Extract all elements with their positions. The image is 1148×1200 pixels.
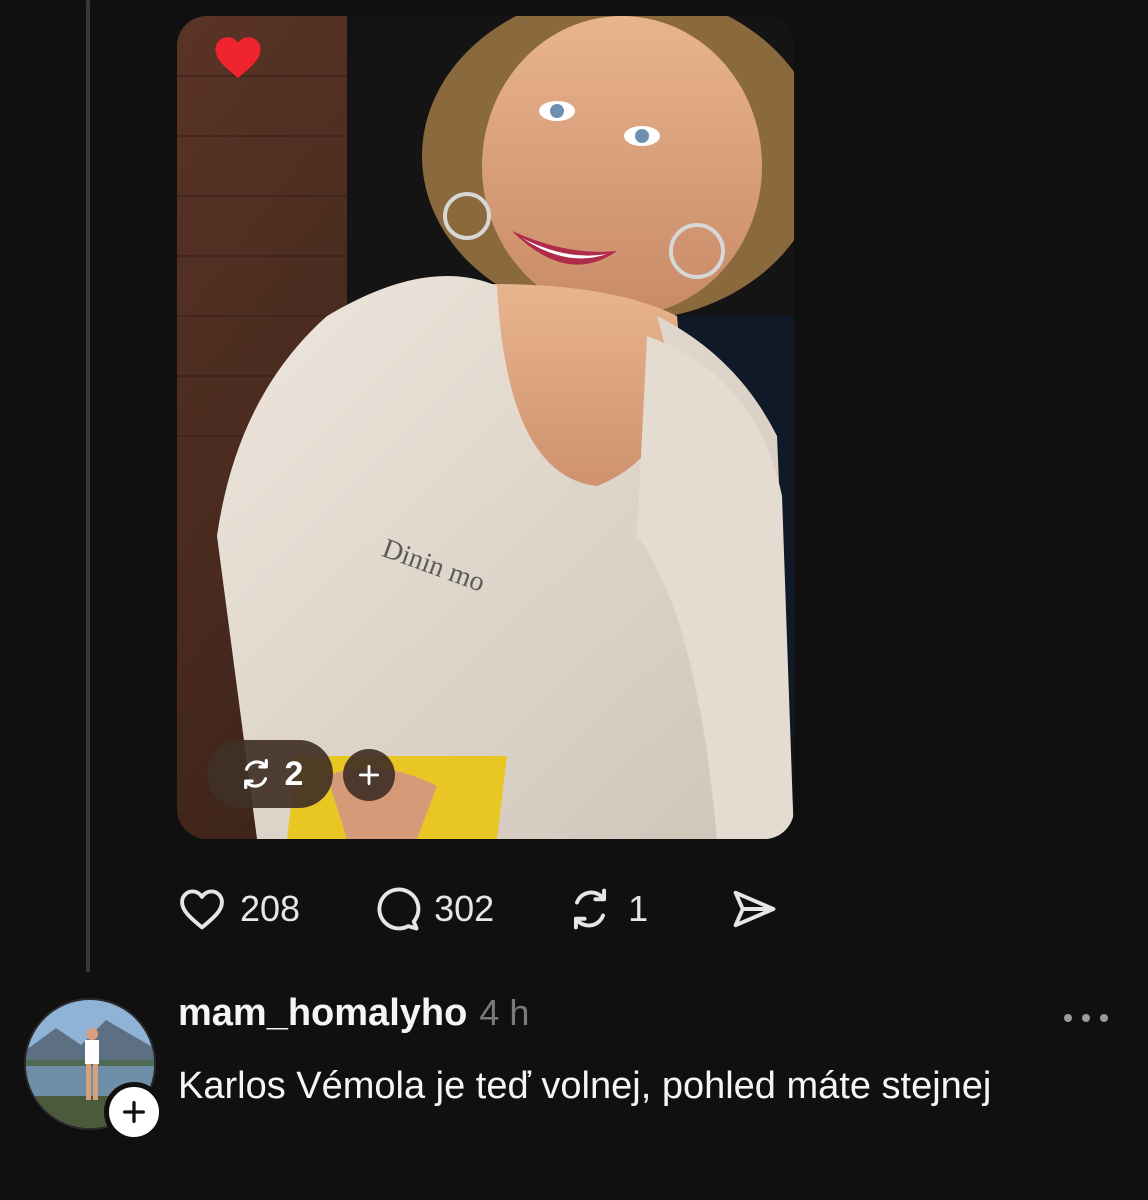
more-options-icon[interactable] bbox=[1058, 1000, 1114, 1036]
thread-view: Dinin mo 2 208 302 1 mam_homalyho 4 h Ka… bbox=[0, 0, 1148, 1200]
post-action-bar: 208 302 1 bbox=[176, 880, 780, 938]
comment-bubble-icon bbox=[377, 887, 421, 931]
comment-button[interactable]: 302 bbox=[370, 883, 494, 935]
post-photo: Dinin mo bbox=[177, 16, 794, 839]
heart-icon bbox=[180, 889, 224, 930]
media-repost-count: 2 bbox=[284, 754, 304, 793]
repost-count: 1 bbox=[628, 888, 649, 929]
post-image[interactable]: Dinin mo 2 bbox=[177, 16, 794, 839]
follow-button[interactable] bbox=[104, 1082, 164, 1142]
plus-icon bbox=[358, 764, 380, 786]
plus-icon bbox=[123, 1101, 145, 1123]
repost-icon bbox=[243, 758, 268, 790]
repost-icon bbox=[574, 888, 607, 930]
media-add-button[interactable] bbox=[343, 749, 395, 801]
repost-button[interactable]: 1 bbox=[564, 883, 648, 935]
media-repost-count-button[interactable]: 2 bbox=[207, 740, 333, 808]
thread-connector-line bbox=[86, 0, 90, 972]
like-button[interactable]: 208 bbox=[176, 883, 300, 935]
like-count: 208 bbox=[240, 888, 301, 929]
username[interactable]: mam_homalyho bbox=[178, 992, 467, 1035]
comment-count: 302 bbox=[434, 888, 495, 929]
send-icon bbox=[733, 890, 776, 928]
share-button[interactable] bbox=[728, 883, 780, 935]
reply-text: Karlos Vémola je teď volnej, pohled máte… bbox=[178, 1065, 992, 1107]
reply-header: mam_homalyho 4 h bbox=[178, 992, 529, 1035]
liked-heart-icon[interactable] bbox=[211, 30, 265, 84]
timestamp: 4 h bbox=[479, 992, 530, 1033]
